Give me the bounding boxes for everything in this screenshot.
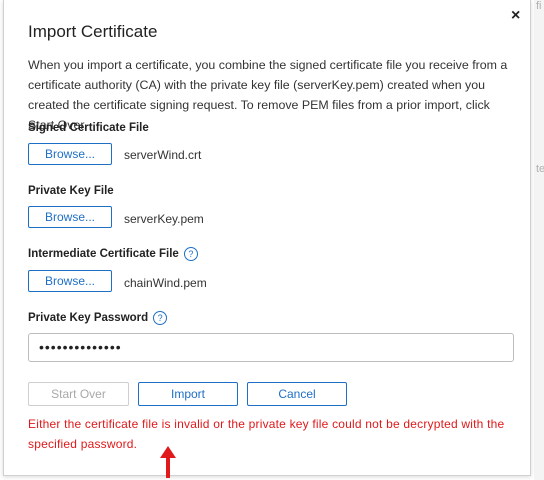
help-icon[interactable]: ? — [153, 311, 168, 325]
private-key-file-name: serverKey.pem — [124, 212, 204, 226]
private-key-password-input[interactable]: •••••••••••••• — [28, 333, 514, 362]
import-certificate-dialog: × Import Certificate When you import a c… — [3, 0, 531, 478]
signed-certificate-file-name: serverWind.crt — [124, 148, 202, 162]
intermediate-certificate-browse-button[interactable]: Browse... — [28, 270, 112, 292]
error-message: Either the certificate file is invalid o… — [28, 417, 505, 451]
cancel-button[interactable]: Cancel — [247, 382, 347, 406]
signed-certificate-browse-button[interactable]: Browse... — [28, 143, 112, 165]
intermediate-certificate-file-name: chainWind.pem — [124, 276, 207, 290]
background-edge — [534, 0, 544, 480]
private-key-browse-button[interactable]: Browse... — [28, 206, 112, 228]
signed-certificate-label: Signed Certificate File — [28, 122, 149, 134]
private-key-label: Private Key File — [28, 185, 114, 197]
up-arrow-icon — [160, 446, 176, 478]
close-icon[interactable]: × — [511, 8, 520, 24]
private-key-password-label: Private Key Password? — [28, 311, 168, 325]
background-text-fragment: te — [536, 163, 544, 175]
start-over-button[interactable]: Start Over — [28, 382, 129, 406]
import-button[interactable]: Import — [138, 382, 238, 406]
private-key-password-label-text: Private Key Password — [28, 312, 149, 325]
intermediate-certificate-label: Intermediate Certificate File? — [28, 247, 198, 261]
help-icon[interactable]: ? — [183, 247, 198, 261]
background-text-fragment: fi — [536, 0, 542, 12]
dialog-title: Import Certificate — [28, 22, 158, 41]
intermediate-certificate-label-text: Intermediate Certificate File — [28, 248, 179, 261]
